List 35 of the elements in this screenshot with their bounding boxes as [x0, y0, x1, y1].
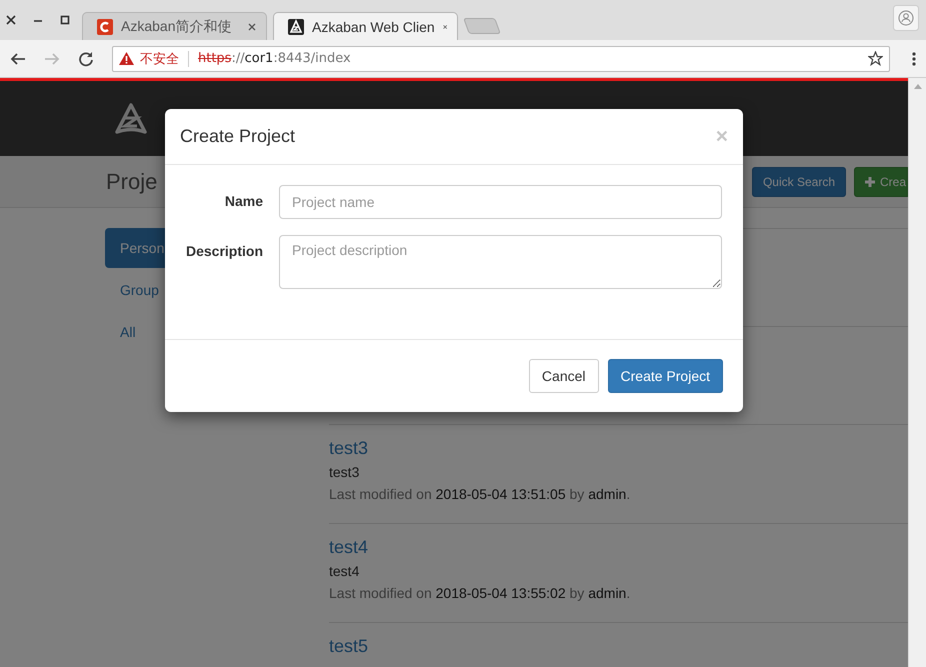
- close-icon[interactable]: [248, 22, 256, 30]
- modified-info: Last modified on 2018-05-04 13:51:05 by admin.: [329, 485, 632, 504]
- maximize-icon[interactable]: [60, 15, 70, 25]
- plus-icon: [865, 176, 875, 186]
- header-button[interactable]: Crea: [854, 166, 908, 196]
- reload-icon[interactable]: [78, 50, 94, 66]
- project-link[interactable]: test3: [329, 437, 908, 459]
- input-field[interactable]: Project name: [279, 185, 722, 219]
- project-description: test4: [329, 562, 360, 581]
- address-bar[interactable]: 不安全 https://cor1:8443/index: [112, 46, 890, 72]
- input-field[interactable]: Project description: [279, 235, 722, 289]
- field-label: Description: [184, 242, 263, 259]
- close-icon[interactable]: [442, 22, 447, 30]
- logo-icon: [115, 102, 147, 134]
- profile-icon[interactable]: [893, 5, 919, 31]
- modal-title: Create Project: [180, 126, 296, 147]
- dialog-button[interactable]: Cancel: [528, 359, 599, 393]
- browser-tab[interactable]: Azkaban Web Clien: [273, 12, 458, 40]
- browser-tab[interactable]: Azkaban简介和使: [82, 12, 267, 40]
- field-label: Name: [224, 192, 263, 209]
- page-title: Proje: [106, 168, 158, 194]
- project-link[interactable]: test4: [329, 536, 908, 558]
- c-letter-icon: [97, 18, 113, 34]
- menu-icon[interactable]: [912, 52, 916, 66]
- warning-icon: [119, 52, 134, 65]
- project-link[interactable]: test5: [329, 635, 908, 657]
- back-icon[interactable]: [10, 50, 26, 66]
- project-description: test3: [329, 463, 360, 482]
- dialog-button[interactable]: Create Project: [608, 359, 723, 393]
- modified-info: Last modified on 2018-05-04 13:55:02 by admin.: [329, 584, 632, 603]
- header-button[interactable]: Quick Search: [752, 166, 846, 196]
- close-icon[interactable]: [6, 15, 16, 25]
- close-button[interactable]: ×: [716, 126, 728, 147]
- logo-icon: [288, 18, 304, 34]
- star-icon[interactable]: [868, 51, 883, 66]
